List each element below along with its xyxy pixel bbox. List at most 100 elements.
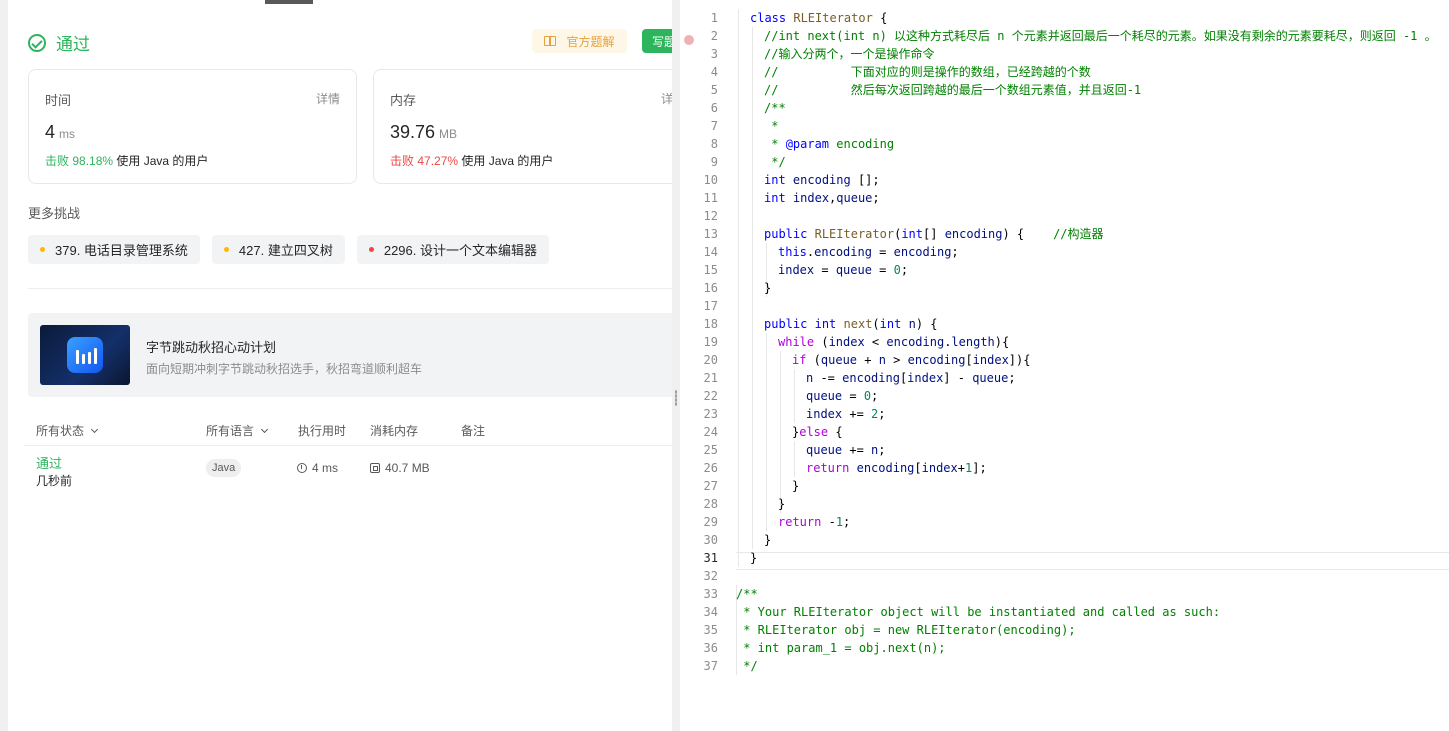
difficulty-dot-icon xyxy=(223,247,229,252)
table-row[interactable]: 通过 几秒前 Java 4 ms 40.7 MB xyxy=(24,451,672,495)
line-number: 9 xyxy=(710,155,718,169)
submission-runtime: 4 ms xyxy=(297,461,338,475)
status-filter[interactable]: 所有状态 xyxy=(36,422,99,439)
panel-splitter[interactable] xyxy=(672,0,680,731)
challenge-chip[interactable]: 427. 建立四叉树 xyxy=(211,235,345,264)
write-solution-button[interactable]: 写题解 xyxy=(642,29,672,53)
code-line[interactable]: * @param encoding xyxy=(764,135,894,153)
code-line[interactable]: */ xyxy=(736,657,757,675)
drag-handle-icon[interactable] xyxy=(675,390,677,406)
code-line[interactable]: return -1; xyxy=(778,513,850,531)
code-line[interactable]: public int next(int n) { xyxy=(764,315,938,333)
book-icon xyxy=(544,36,557,46)
line-number: 28 xyxy=(703,497,718,511)
code-line[interactable]: * RLEIterator obj = new RLEIterator(enco… xyxy=(736,621,1075,639)
indent-guide xyxy=(780,351,781,513)
indent-guide xyxy=(794,441,795,477)
code-line[interactable]: }else { xyxy=(792,423,843,441)
code-line[interactable]: //输入分两个，一个是操作命令 xyxy=(764,45,934,63)
line-number: 35 xyxy=(703,623,718,637)
memory-detail-link[interactable]: 详情 xyxy=(661,90,672,107)
banner-image xyxy=(40,325,130,385)
check-circle-icon xyxy=(28,33,46,52)
line-number: 36 xyxy=(703,641,718,655)
line-number: 22 xyxy=(703,389,718,403)
code-line[interactable]: index = queue = 0; xyxy=(778,261,908,279)
code-line[interactable]: while (index < encoding.length){ xyxy=(778,333,1009,351)
line-number: 7 xyxy=(710,119,718,133)
code-line[interactable]: public RLEIterator(int[] encoding) { //构… xyxy=(764,225,1104,243)
code-line[interactable]: } xyxy=(778,495,785,513)
indent-guide xyxy=(766,333,767,531)
submission-result-panel: 通过 官方题解 写题解 时间 详情 4ms 击败 98.18% 使用 Java … xyxy=(8,0,672,731)
code-line[interactable]: */ xyxy=(764,153,785,171)
code-line[interactable]: n -= encoding[index] - queue; xyxy=(806,369,1016,387)
active-tab-indicator xyxy=(265,0,313,4)
official-solution-label: 官方题解 xyxy=(566,34,615,49)
line-number: 5 xyxy=(710,83,718,97)
line-number: 21 xyxy=(703,371,718,385)
code-line[interactable]: } xyxy=(792,477,799,495)
code-line[interactable]: index += 2; xyxy=(806,405,886,423)
runtime-value: 4 ms xyxy=(45,122,76,142)
submission-time: 几秒前 xyxy=(36,474,73,488)
challenge-chip[interactable]: 2296. 设计一个文本编辑器 xyxy=(356,235,549,264)
line-number: 14 xyxy=(703,245,718,259)
code-line[interactable]: return encoding[index+1]; xyxy=(806,459,987,477)
code-line[interactable]: * Your RLEIterator object will be instan… xyxy=(736,603,1220,621)
write-solution-label: 写题解 xyxy=(652,34,672,49)
code-line[interactable]: class RLEIterator { xyxy=(750,9,887,27)
code-line[interactable]: if (queue + n > encoding[index]){ xyxy=(792,351,1030,369)
line-number: 29 xyxy=(703,515,718,529)
code-line[interactable]: * xyxy=(764,117,778,135)
runtime-label: 时间 xyxy=(45,93,72,108)
line-number: 4 xyxy=(710,65,718,79)
banner-subtitle: 面向短期冲刺字节跳动秋招选手，秋招弯道顺利超车 xyxy=(146,362,423,376)
banner-title: 字节跳动秋招心动计划 xyxy=(146,340,277,355)
promo-banner[interactable]: 字节跳动秋招心动计划 面向短期冲刺字节跳动秋招选手，秋招弯道顺利超车 xyxy=(28,313,672,397)
line-number: 16 xyxy=(703,281,718,295)
line-number: 10 xyxy=(703,173,718,187)
code-line[interactable]: int encoding []; xyxy=(764,171,880,189)
official-solution-button[interactable]: 官方题解 xyxy=(532,29,627,53)
line-number: 15 xyxy=(703,263,718,277)
challenge-chip[interactable]: 379. 电话目录管理系统 xyxy=(28,235,200,264)
code-editor[interactable]: 1 2 3 4 5 6 7 8 9 10 11 12 13 14 15 16 17 18 19 20 21 22 23 24 2… xyxy=(680,0,1449,731)
memory-label: 内存 xyxy=(390,93,417,108)
memory-value: 39.76 MB xyxy=(390,122,458,142)
code-line[interactable]: // 然后每次返回跨越的最后一个数组元素值，并且返回-1 xyxy=(764,81,1141,99)
line-number: 3 xyxy=(710,47,718,61)
code-line[interactable]: queue = 0; xyxy=(806,387,878,405)
line-number: 34 xyxy=(703,605,718,619)
runtime-column-header: 执行用时 xyxy=(298,424,347,438)
more-challenges-title: 更多挑战 xyxy=(28,206,81,221)
line-number: 30 xyxy=(703,533,718,547)
code-line[interactable]: /** xyxy=(764,99,786,117)
code-line[interactable]: queue += n; xyxy=(806,441,886,459)
code-line[interactable]: // 下面对应的则是操作的数组，已经跨越的个数 xyxy=(764,63,1091,81)
memory-card: 内存 详情 39.76MB 击败 47.27% 使用 Java 的用户 xyxy=(373,69,672,184)
line-number: 37 xyxy=(703,659,718,673)
code-line[interactable]: this.encoding = encoding; xyxy=(778,243,959,261)
code-line[interactable]: int index,queue; xyxy=(764,189,880,207)
line-number: 32 xyxy=(703,569,718,583)
code-line[interactable]: //int next(int n) 以这种方式耗尽后 n 个元素并返回最后一个耗… xyxy=(764,27,1437,45)
code-line[interactable]: * int param_1 = obj.next(n); xyxy=(736,639,945,657)
code-line[interactable]: } xyxy=(750,549,757,567)
line-number-gutter: 1 2 3 4 5 6 7 8 9 10 11 12 13 14 15 16 17 18 19 20 21 22 23 24 2… xyxy=(680,0,728,731)
line-number: 12 xyxy=(703,209,718,223)
runtime-detail-link[interactable]: 详情 xyxy=(316,90,340,107)
divider xyxy=(28,288,672,289)
code-line[interactable]: } xyxy=(764,531,771,549)
submission-status-link[interactable]: 通过 xyxy=(36,453,62,472)
code-line[interactable]: /** xyxy=(736,585,758,603)
indent-guide xyxy=(752,27,753,549)
language-filter[interactable]: 所有语言 xyxy=(206,422,269,439)
code-line[interactable]: } xyxy=(764,279,771,297)
notes-column-header: 备注 xyxy=(461,424,486,438)
memory-chip-icon xyxy=(370,463,380,473)
runtime-card: 时间 详情 4 ms 击败 98.18% 使用 Java 的用户 xyxy=(28,69,357,184)
memory-beat: 击败 47.27% 使用 Java 的用户 xyxy=(390,154,554,168)
line-number: 20 xyxy=(703,353,718,367)
submissions-header: 所有状态 所有语言 执行用时 消耗内存 备注 xyxy=(24,412,672,446)
